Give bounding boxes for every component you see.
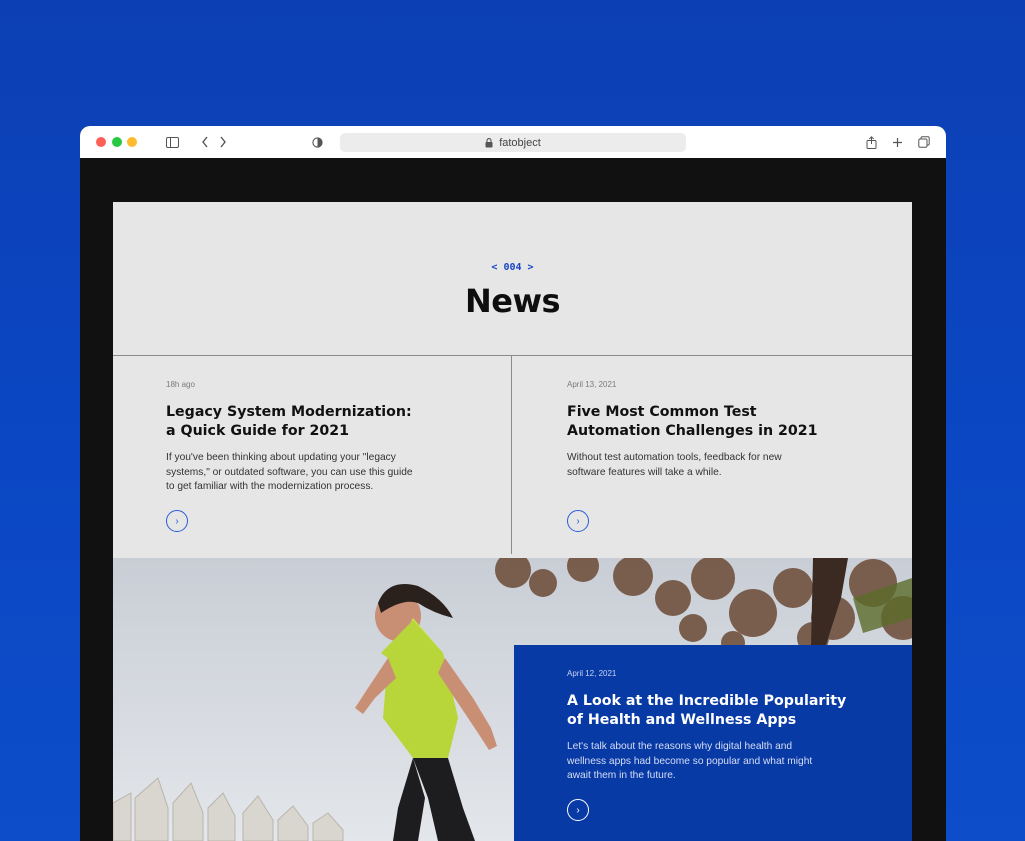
chevron-left-icon[interactable] [195, 132, 215, 152]
zoom-window-button[interactable] [127, 137, 137, 147]
article-title-line: Five Most Common Test [567, 404, 757, 420]
article-excerpt-line: software features will take a while. [567, 466, 722, 478]
tabs-overview-icon[interactable] [914, 132, 934, 152]
article-excerpt: Let's talk about the reasons why digital… [567, 740, 867, 784]
read-more-button[interactable]: › [166, 510, 188, 532]
sidebar-icon[interactable] [162, 132, 182, 152]
close-window-button[interactable] [96, 137, 106, 147]
chevron-right-icon: › [576, 804, 580, 816]
article-date: April 13, 2021 [567, 380, 617, 389]
featured-article-card[interactable]: April 12, 2021 A Look at the Incredible … [514, 645, 912, 841]
minimize-window-button[interactable] [112, 137, 122, 147]
page-title: News [464, 282, 561, 320]
featured-article-row: April 12, 2021 A Look at the Incredible … [113, 558, 912, 841]
chevron-right-icon[interactable] [213, 132, 233, 152]
article-title[interactable]: Legacy System Modernization: a Quick Gui… [166, 403, 466, 441]
lock-icon [485, 137, 493, 148]
browser-toolbar: fatobject [80, 126, 946, 159]
read-more-button[interactable]: › [567, 510, 589, 532]
article-excerpt: If you've been thinking about updating y… [166, 451, 466, 495]
divider-horizontal [113, 355, 912, 356]
address-bar[interactable]: fatobject [340, 133, 686, 152]
article-title-line: A Look at the Incredible Popularity [567, 693, 847, 709]
article-title[interactable]: A Look at the Incredible Popularity of H… [567, 692, 867, 730]
article-date: April 12, 2021 [567, 669, 617, 678]
address-text: fatobject [499, 136, 541, 149]
article-title-line: Legacy System Modernization: [166, 404, 412, 420]
browser-viewport: < 004 > News 18h ago Legacy System Moder… [80, 158, 946, 841]
article-title-line: a Quick Guide for 2021 [166, 423, 349, 439]
browser-window: fatobject < 004 > News 18h ago Legacy Sy… [80, 126, 946, 841]
news-header: < 004 > News [113, 202, 912, 355]
article-title-line: Automation Challenges in 2021 [567, 423, 818, 439]
article-excerpt: Without test automation tools, feedback … [567, 451, 867, 480]
article-excerpt-line: Without test automation tools, feedback … [567, 452, 782, 463]
read-more-button[interactable]: › [567, 799, 589, 821]
article-excerpt-line: systems," or outdated software, you can … [166, 466, 413, 478]
article-card[interactable]: April 12, 2021 A Look at the Incredible … [567, 669, 867, 839]
article-excerpt-line: await them in the future. [567, 770, 676, 782]
shield-half-icon[interactable] [307, 132, 327, 152]
article-excerpt-line: Let's talk about the reasons why digital… [567, 741, 793, 752]
article-card[interactable]: April 13, 2021 Five Most Common Test Aut… [567, 380, 867, 555]
section-number: < 004 > [491, 262, 534, 273]
article-date: 18h ago [166, 380, 195, 389]
article-title[interactable]: Five Most Common Test Automation Challen… [567, 403, 867, 441]
article-excerpt-line: If you've been thinking about updating y… [166, 452, 396, 463]
article-excerpt-line: to get familiar with the modernization p… [166, 481, 374, 493]
plus-icon[interactable] [887, 132, 907, 152]
article-title-line: of Health and Wellness Apps [567, 712, 797, 728]
article-card[interactable]: 18h ago Legacy System Modernization: a Q… [166, 380, 466, 555]
chevron-right-icon: › [175, 515, 179, 527]
share-icon[interactable] [861, 132, 881, 152]
chevron-right-icon: › [576, 515, 580, 527]
divider-vertical [511, 356, 512, 554]
article-excerpt-line: wellness apps had become so popular and … [567, 755, 813, 767]
news-section: < 004 > News 18h ago Legacy System Moder… [113, 202, 912, 841]
